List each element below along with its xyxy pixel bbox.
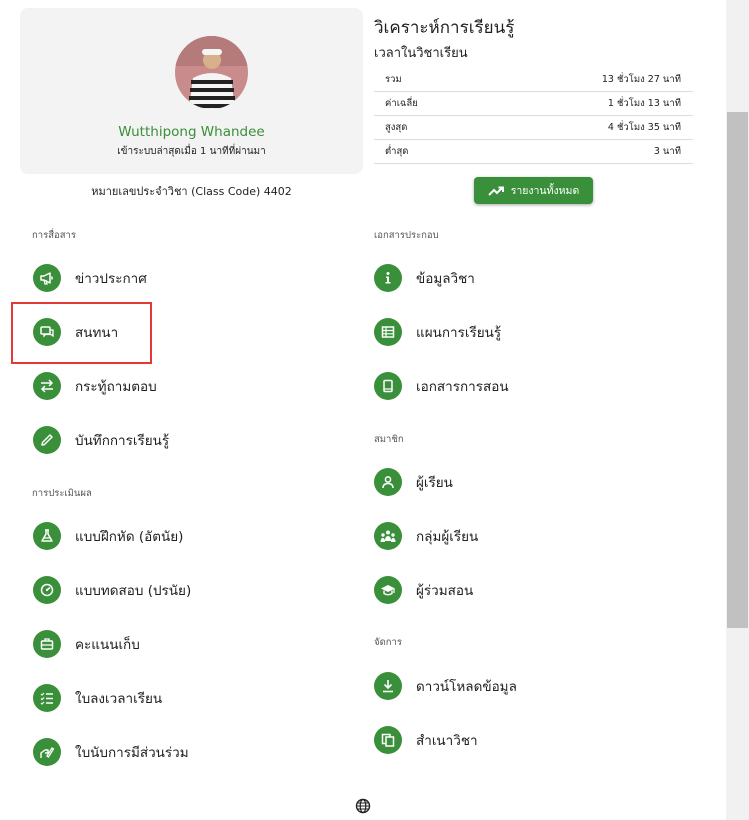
stats-row-total: รวม 13 ชั่วโมง 27 นาที	[374, 68, 693, 92]
book-icon	[374, 372, 402, 400]
menu-label: แบบฝึกหัด (อัตนัย)	[75, 529, 184, 545]
table-icon	[374, 318, 402, 346]
menu-label: ผู้ร่วมสอน	[416, 583, 474, 599]
stats-label: สูงสุด	[385, 122, 408, 133]
section-assessment: การประเมินผล	[32, 488, 92, 499]
briefcase-icon	[33, 630, 61, 658]
menu-label: เอกสารการสอน	[416, 379, 509, 395]
menu-student-groups[interactable]: กลุ่มผู้เรียน	[374, 518, 478, 554]
menu-students[interactable]: ผู้เรียน	[374, 464, 453, 500]
hand-edit-icon	[33, 738, 61, 766]
swap-arrows-icon	[33, 372, 61, 400]
menu-quizzes[interactable]: แบบทดสอบ (ปรนัย)	[33, 572, 191, 608]
menu-announcements[interactable]: ข่าวประกาศ	[33, 260, 147, 296]
menu-label: ใบลงเวลาเรียน	[75, 691, 163, 707]
speedometer-icon	[33, 576, 61, 604]
stats-row-max: สูงสุด 4 ชั่วโมง 35 นาที	[374, 116, 693, 140]
trending-up-icon	[487, 186, 504, 196]
stats-value: 4 ชั่วโมง 35 นาที	[607, 122, 681, 133]
menu-co-teachers[interactable]: ผู้ร่วมสอน	[374, 572, 473, 608]
group-icon	[374, 522, 402, 550]
menu-copy-course[interactable]: สำเนาวิชา	[374, 722, 478, 758]
section-communication: การสื่อสาร	[32, 230, 76, 241]
stats-label: รวม	[385, 74, 402, 85]
last-login-text: เข้าระบบล่าสุดเมื่อ 1 นาทีที่ผ่านมา	[117, 146, 266, 157]
menu-qa[interactable]: กระทู้ถามตอบ	[33, 368, 157, 404]
analytics-subtitle: เวลาในวิชาเรียน	[374, 46, 468, 61]
copy-icon	[374, 726, 402, 754]
megaphone-icon	[33, 264, 61, 292]
full-report-button[interactable]: รายงานทั้งหมด	[474, 177, 593, 204]
menu-label: แบบทดสอบ (ปรนัย)	[75, 583, 192, 599]
menu-label: กระทู้ถามตอบ	[75, 379, 157, 395]
menu-label: ดาวน์โหลดข้อมูล	[416, 679, 517, 695]
stats-value: 3 นาที	[653, 146, 681, 157]
section-members: สมาชิก	[374, 434, 404, 445]
menu-participation[interactable]: ใบนับการมีส่วนร่วม	[33, 734, 189, 770]
flask-icon	[33, 522, 61, 550]
analytics-title: วิเคราะห์การเรียนรู้	[374, 18, 515, 38]
section-documents: เอกสารประกอบ	[374, 230, 439, 241]
globe-icon[interactable]	[355, 798, 371, 818]
menu-label: ผู้เรียน	[416, 475, 453, 491]
stats-value: 13 ชั่วโมง 27 นาที	[601, 74, 681, 85]
time-stats-table: รวม 13 ชั่วโมง 27 นาที ค่าเฉลี่ย 1 ชั่วโ…	[374, 68, 693, 164]
profile-card: Wutthipong Whandee เข้าระบบล่าสุดเมื่อ 1…	[20, 8, 363, 174]
menu-label: กลุ่มผู้เรียน	[416, 529, 479, 545]
checklist-icon	[33, 684, 61, 712]
person-icon	[374, 468, 402, 496]
menu-course-info[interactable]: ข้อมูลวิชา	[374, 260, 475, 296]
menu-exercises[interactable]: แบบฝึกหัด (อัตนัย)	[33, 518, 183, 554]
menu-learning-plan[interactable]: แผนการเรียนรู้	[374, 314, 501, 350]
avatar	[175, 36, 248, 109]
menu-label: แผนการเรียนรู้	[416, 325, 502, 341]
full-report-label: รายงานทั้งหมด	[510, 185, 580, 197]
info-icon	[374, 264, 402, 292]
stats-label: ค่าเฉลี่ย	[385, 98, 418, 109]
menu-download[interactable]: ดาวน์โหลดข้อมูล	[374, 668, 517, 704]
menu-teaching-docs[interactable]: เอกสารการสอน	[374, 368, 509, 404]
profile-name[interactable]: Wutthipong Whandee	[20, 124, 363, 140]
scrollbar-thumb[interactable]	[727, 112, 748, 628]
stats-value: 1 ชั่วโมง 13 นาที	[607, 98, 681, 109]
highlight-box	[11, 302, 152, 364]
menu-attendance[interactable]: ใบลงเวลาเรียน	[33, 680, 162, 716]
stats-row-average: ค่าเฉลี่ย 1 ชั่วโมง 13 นาที	[374, 92, 693, 116]
stats-row-min: ต่ำสุด 3 นาที	[374, 140, 693, 164]
section-manage: จัดการ	[374, 637, 402, 648]
menu-scores[interactable]: คะแนนเก็บ	[33, 626, 140, 662]
menu-label: บันทึกการเรียนรู้	[75, 433, 170, 449]
class-code: หมายเลขประจำวิชา (Class Code) 4402	[91, 185, 292, 198]
menu-label: ข้อมูลวิชา	[416, 271, 475, 287]
graduation-cap-icon	[374, 576, 402, 604]
pencil-icon	[33, 426, 61, 454]
menu-label: ข่าวประกาศ	[75, 271, 147, 287]
menu-label: ใบนับการมีส่วนร่วม	[75, 745, 189, 761]
menu-label: สำเนาวิชา	[416, 733, 478, 749]
menu-learning-log[interactable]: บันทึกการเรียนรู้	[33, 422, 169, 458]
stats-label: ต่ำสุด	[385, 146, 409, 157]
download-icon	[374, 672, 402, 700]
menu-label: คะแนนเก็บ	[75, 637, 140, 653]
